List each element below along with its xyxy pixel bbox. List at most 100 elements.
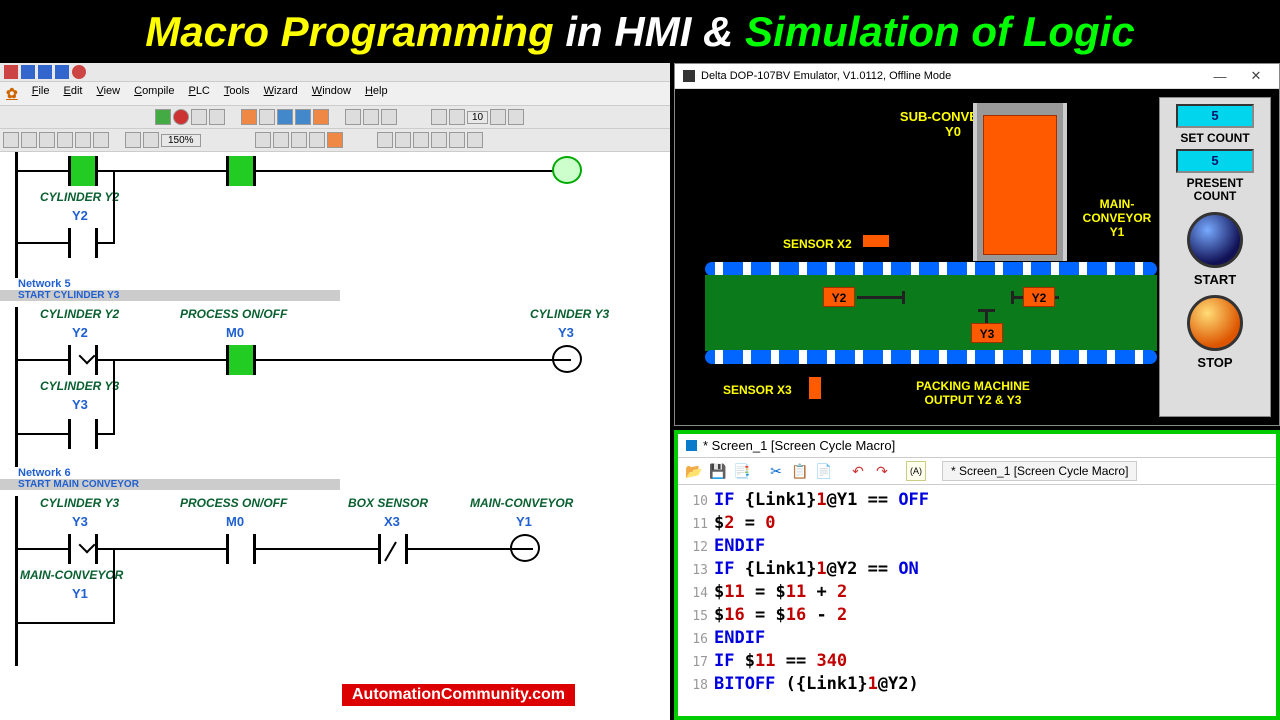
macro-toolbar[interactable]: 📂 💾 📑 ✂ 📋 📄 ↶ ↷ (A) * Screen_1 [Screen C… bbox=[678, 457, 1276, 485]
save-icon[interactable]: 💾 bbox=[708, 461, 728, 481]
icon-tool1[interactable] bbox=[4, 65, 18, 79]
menu-plc[interactable]: PLC bbox=[188, 85, 209, 102]
highlight-icon[interactable]: (A) bbox=[906, 461, 926, 481]
contact-nc[interactable] bbox=[378, 534, 408, 564]
icon-tool2[interactable] bbox=[38, 65, 52, 79]
menu-file[interactable]: File bbox=[32, 85, 50, 102]
tool-icon[interactable] bbox=[21, 132, 37, 148]
tool-icon[interactable] bbox=[291, 132, 307, 148]
tool-icon[interactable] bbox=[381, 109, 397, 125]
tool-icon[interactable] bbox=[431, 132, 447, 148]
tool-icon[interactable] bbox=[57, 132, 73, 148]
tool-icon[interactable] bbox=[431, 109, 447, 125]
undo-icon[interactable]: ↶ bbox=[848, 461, 868, 481]
tool-icon[interactable] bbox=[125, 132, 141, 148]
tool-icon[interactable] bbox=[3, 132, 19, 148]
plc-toolbar3[interactable]: 150% bbox=[0, 129, 670, 152]
code-line[interactable]: 17IF $11 == 340 bbox=[684, 650, 1270, 673]
tool-icon[interactable] bbox=[345, 109, 361, 125]
plc-menubar[interactable]: ✿ File Edit View Compile PLC Tools Wizar… bbox=[0, 82, 670, 106]
step-field[interactable]: 10 bbox=[467, 111, 488, 124]
tool-icon[interactable] bbox=[413, 132, 429, 148]
header-banner: Macro Programming in HMI & Simulation of… bbox=[0, 0, 1280, 63]
run-icon[interactable] bbox=[155, 109, 171, 125]
contact-no[interactable] bbox=[68, 419, 98, 449]
tool-icon[interactable] bbox=[449, 109, 465, 125]
tool-icon[interactable] bbox=[277, 109, 293, 125]
coil-output-active[interactable] bbox=[552, 156, 582, 184]
save-all-icon[interactable]: 📑 bbox=[732, 461, 752, 481]
redo-icon[interactable]: ↷ bbox=[872, 461, 892, 481]
code-line[interactable]: 15$16 = $16 - 2 bbox=[684, 604, 1270, 627]
contact-no[interactable] bbox=[68, 228, 98, 258]
tool-icon[interactable] bbox=[467, 132, 483, 148]
watermark: AutomationCommunity.com bbox=[340, 682, 577, 708]
code-line[interactable]: 16ENDIF bbox=[684, 627, 1270, 650]
tool-icon[interactable] bbox=[191, 109, 207, 125]
contact-falling-edge[interactable] bbox=[68, 534, 98, 564]
tool-icon[interactable] bbox=[143, 132, 159, 148]
tool-icon[interactable] bbox=[327, 132, 343, 148]
tool-icon[interactable] bbox=[93, 132, 109, 148]
tool-icon[interactable] bbox=[209, 109, 225, 125]
zoom-field[interactable]: 150% bbox=[161, 134, 201, 147]
minimize-icon[interactable]: ― bbox=[1205, 69, 1235, 84]
plc-quickbar[interactable] bbox=[0, 63, 670, 82]
hmi-titlebar[interactable]: Delta DOP-107BV Emulator, V1.0112, Offli… bbox=[675, 64, 1279, 89]
cut-icon[interactable]: ✂ bbox=[766, 461, 786, 481]
tool-icon[interactable] bbox=[39, 132, 55, 148]
coil-output[interactable] bbox=[510, 534, 540, 562]
paste-icon[interactable]: 📄 bbox=[814, 461, 834, 481]
code-line[interactable]: 10IF {Link1}1@Y1 == OFF bbox=[684, 489, 1270, 512]
tool-icon[interactable] bbox=[508, 109, 524, 125]
cylinder-rod-cap bbox=[978, 309, 995, 312]
code-line[interactable]: 18BITOFF ({Link1}1@Y2) bbox=[684, 673, 1270, 696]
tool-icon[interactable] bbox=[313, 109, 329, 125]
tool-icon[interactable] bbox=[377, 132, 393, 148]
contact-no-active[interactable] bbox=[226, 345, 256, 375]
close-icon[interactable]: ✕ bbox=[1241, 68, 1271, 84]
tool-icon[interactable] bbox=[449, 132, 465, 148]
set-count-value[interactable]: 5 bbox=[1176, 104, 1254, 128]
icon-tool3[interactable] bbox=[55, 65, 69, 79]
contact-no[interactable] bbox=[226, 534, 256, 564]
code-line[interactable]: 13IF {Link1}1@Y2 == ON bbox=[684, 558, 1270, 581]
tool-icon[interactable] bbox=[75, 132, 91, 148]
plc-toolbar2[interactable]: 10 bbox=[0, 106, 670, 129]
tool-icon[interactable] bbox=[309, 132, 325, 148]
code-line[interactable]: 12ENDIF bbox=[684, 535, 1270, 558]
tool-icon[interactable] bbox=[241, 109, 257, 125]
menu-edit[interactable]: Edit bbox=[63, 85, 82, 102]
contact-no-active[interactable] bbox=[68, 156, 98, 186]
start-button[interactable] bbox=[1187, 212, 1243, 268]
tool-icon[interactable] bbox=[490, 109, 506, 125]
code-line[interactable]: 14$11 = $11 + 2 bbox=[684, 581, 1270, 604]
contact-no-active[interactable] bbox=[226, 156, 256, 186]
contact-falling-edge[interactable] bbox=[68, 345, 98, 375]
tool-icon[interactable] bbox=[273, 132, 289, 148]
menu-help[interactable]: Help bbox=[365, 85, 388, 102]
copy-icon[interactable]: 📋 bbox=[790, 461, 810, 481]
tool-icon[interactable] bbox=[255, 132, 271, 148]
menu-view[interactable]: View bbox=[96, 85, 120, 102]
menu-tools[interactable]: Tools bbox=[224, 85, 250, 102]
macro-code-area[interactable]: 10IF {Link1}1@Y1 == OFF 11$2 = 0 12ENDIF… bbox=[678, 485, 1276, 699]
macro-tab[interactable]: * Screen_1 [Screen Cycle Macro] bbox=[942, 461, 1137, 481]
stop-button[interactable] bbox=[1187, 295, 1243, 351]
macro-titlebar[interactable]: * Screen_1 [Screen Cycle Macro] bbox=[678, 434, 1276, 457]
code-line[interactable]: 11$2 = 0 bbox=[684, 512, 1270, 535]
tool-icon[interactable] bbox=[395, 132, 411, 148]
coil-output[interactable] bbox=[552, 345, 582, 373]
print-icon[interactable] bbox=[21, 65, 35, 79]
tool-icon[interactable] bbox=[259, 109, 275, 125]
present-count-value[interactable]: 5 bbox=[1176, 149, 1254, 173]
menu-wizard[interactable]: Wizard bbox=[264, 85, 298, 102]
ladder-diagram[interactable]: CYLINDER Y2 Y2 Network 5 START CYLINDER … bbox=[0, 152, 670, 720]
icon-tool4[interactable] bbox=[72, 65, 86, 79]
open-icon[interactable]: 📂 bbox=[684, 461, 704, 481]
menu-compile[interactable]: Compile bbox=[134, 85, 174, 102]
stop-icon-plc[interactable] bbox=[173, 109, 189, 125]
tool-icon[interactable] bbox=[363, 109, 379, 125]
menu-window[interactable]: Window bbox=[312, 85, 351, 102]
tool-icon[interactable] bbox=[295, 109, 311, 125]
